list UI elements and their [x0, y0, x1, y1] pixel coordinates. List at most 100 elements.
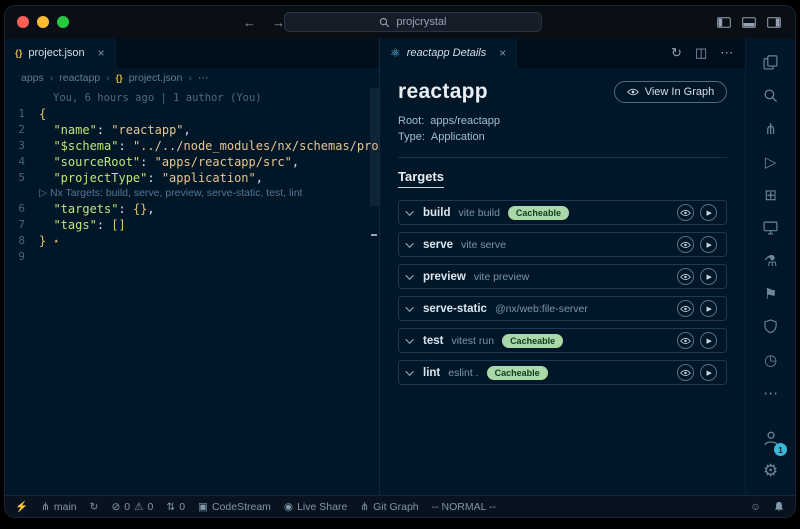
run-target-button[interactable]: ▶ [700, 268, 717, 285]
feedback-status[interactable]: ☺ [750, 501, 761, 513]
reveal-target-button[interactable] [677, 204, 694, 221]
reveal-target-button[interactable] [677, 300, 694, 317]
chevron-down-icon[interactable] [405, 335, 413, 343]
tab-label: reactapp Details [407, 47, 487, 59]
lightning-icon: ⚡ [15, 500, 28, 513]
reveal-target-button[interactable] [677, 364, 694, 381]
bookmark-flag-icon: ⚑ [764, 285, 777, 303]
search-item[interactable] [746, 79, 795, 112]
chevron-down-icon[interactable] [405, 239, 413, 247]
project-title: reactapp [398, 80, 488, 104]
history-clock-icon: ◷ [764, 351, 777, 369]
close-tab-icon[interactable]: × [98, 46, 105, 60]
toggle-panel-icon[interactable] [742, 17, 756, 28]
error-count: 0 [124, 501, 130, 513]
run-target-button[interactable]: ▶ [700, 364, 717, 381]
editor-scrollbar[interactable] [370, 88, 379, 206]
run-target-button[interactable]: ▶ [700, 332, 717, 349]
smiley-icon: ☺ [750, 501, 761, 513]
minimize-window-button[interactable] [37, 16, 49, 28]
command-center-search[interactable]: projcrystal [284, 12, 542, 32]
chevron-down-icon[interactable] [405, 303, 413, 311]
target-name: serve [423, 239, 453, 251]
view-in-graph-button[interactable]: View In Graph [614, 81, 728, 103]
code-line: 2 "name": "reactapp", [5, 122, 379, 138]
reveal-target-button[interactable] [677, 236, 694, 253]
more-actions-icon[interactable]: ⋯ [720, 45, 733, 61]
run-debug-item[interactable]: ▷ [746, 145, 795, 178]
cacheable-badge: Cacheable [502, 334, 563, 348]
remote-explorer-item[interactable] [746, 211, 795, 244]
tab-bar-right: ⚛ reactapp Details × ↻ ◫ ⋯ [380, 38, 745, 68]
cacheable-badge: Cacheable [508, 206, 569, 220]
source-control-item[interactable]: ⋔ [746, 112, 795, 145]
remote-monitor-icon [763, 221, 778, 235]
problems-status[interactable]: ⊘ 0 ⚠ 0 [111, 501, 153, 513]
line-number: 5 [5, 170, 39, 186]
eye-icon [680, 209, 691, 217]
chevron-down-icon[interactable] [405, 367, 413, 375]
code-text: { [39, 106, 46, 122]
target-row-serve[interactable]: servevite serve▶ [398, 232, 727, 257]
more-views-item[interactable]: ⋯ [746, 376, 795, 409]
code-line: 5 "projectType": "application", [5, 170, 379, 186]
nx-targets-codelens[interactable]: ▷ Nx Targets: build, serve, preview, ser… [5, 186, 379, 201]
editor-group-left: {} project.json × apps›reactapp›{}projec… [5, 38, 379, 495]
back-button[interactable]: ← [243, 15, 256, 30]
tab-reactapp-details[interactable]: ⚛ reactapp Details × [380, 38, 517, 68]
split-editor-icon[interactable]: ◫ [695, 45, 707, 61]
timeline-item[interactable]: ◷ [746, 343, 795, 376]
notifications-status[interactable] [773, 501, 785, 513]
eye-icon [680, 241, 691, 249]
live-share-label: Live Share [297, 501, 347, 513]
breadcrumb-item[interactable]: reactapp [59, 72, 100, 84]
settings-item[interactable]: ⚙ [746, 454, 795, 487]
nx-console-item[interactable] [746, 310, 795, 343]
zoom-window-button[interactable] [57, 16, 69, 28]
extensions-item[interactable]: ⊞ [746, 178, 795, 211]
accounts-item[interactable]: 1 [746, 421, 795, 454]
targets-list: buildvite buildCacheable▶servevite serve… [398, 200, 727, 385]
code-line: 1{ [5, 106, 379, 122]
run-target-button[interactable]: ▶ [700, 204, 717, 221]
breadcrumb-item[interactable]: apps [21, 72, 44, 84]
codestream-icon: ▣ [198, 501, 208, 513]
line-number [5, 186, 39, 201]
refresh-icon[interactable]: ↻ [671, 45, 682, 61]
target-row-preview[interactable]: previewvite preview▶ [398, 264, 727, 289]
chevron-down-icon[interactable] [405, 207, 413, 215]
sync-count-status[interactable]: ⇅ 0 [166, 501, 185, 513]
breadcrumb-item[interactable]: project.json [129, 72, 183, 84]
run-target-button[interactable]: ▶ [700, 236, 717, 253]
target-command: eslint . [448, 367, 478, 379]
target-row-test[interactable]: testvitest runCacheable▶ [398, 328, 727, 353]
git-graph-status[interactable]: ⋔ Git Graph [360, 501, 418, 513]
breadcrumb-item[interactable]: ⋯ [198, 72, 209, 84]
run-target-button[interactable]: ▶ [700, 300, 717, 317]
chevron-down-icon[interactable] [405, 271, 413, 279]
tab-project-json[interactable]: {} project.json × [5, 38, 116, 68]
gitlens-blame-annotation[interactable]: You, 6 hours ago | 1 author (You) [5, 91, 379, 106]
git-branch-status[interactable]: ⋔ main [41, 501, 77, 513]
tab-bar-left: {} project.json × [5, 38, 379, 68]
explorer-item[interactable] [746, 46, 795, 79]
bookmarks-item[interactable]: ⚑ [746, 277, 795, 310]
sync-status[interactable]: ↻ [90, 501, 99, 513]
reveal-target-button[interactable] [677, 332, 694, 349]
toggle-secondary-sidebar-icon[interactable] [767, 17, 781, 28]
close-window-button[interactable] [17, 16, 29, 28]
close-tab-icon[interactable]: × [499, 46, 506, 60]
codestream-status[interactable]: ▣ CodeStream [198, 501, 271, 513]
testing-item[interactable]: ⚗ [746, 244, 795, 277]
target-row-serve-static[interactable]: serve-static@nx/web:file-server▶ [398, 296, 727, 321]
shield-icon [763, 319, 778, 334]
reveal-target-button[interactable] [677, 268, 694, 285]
toggle-sidebar-icon[interactable] [717, 17, 731, 28]
code-line: 9 [5, 249, 379, 265]
live-share-status[interactable]: ◉ Live Share [284, 501, 347, 513]
target-row-lint[interactable]: linteslint .Cacheable▶ [398, 360, 727, 385]
code-editor[interactable]: You, 6 hours ago | 1 author (You) 1{2 "n… [5, 88, 379, 495]
code-line: 6 "targets": {}, [5, 201, 379, 217]
target-row-build[interactable]: buildvite buildCacheable▶ [398, 200, 727, 225]
remote-indicator[interactable]: ⚡ [15, 500, 28, 513]
